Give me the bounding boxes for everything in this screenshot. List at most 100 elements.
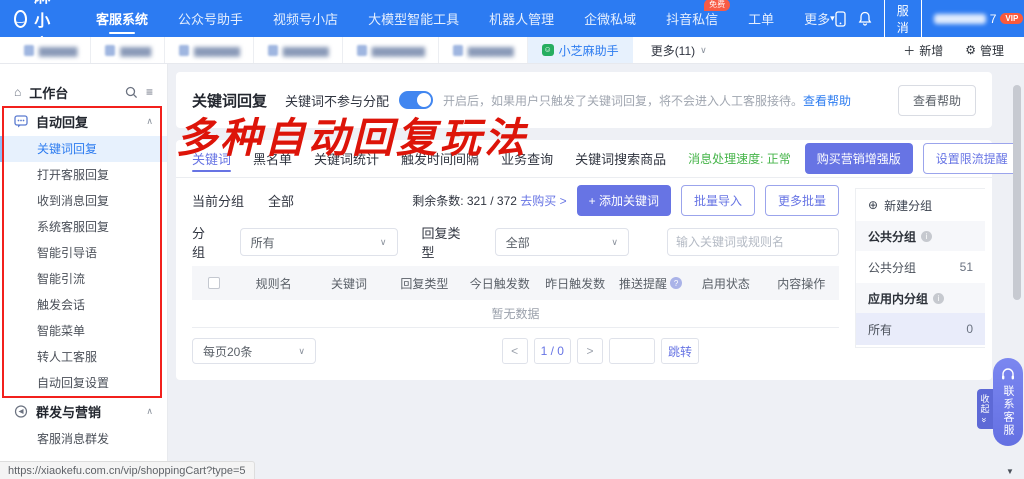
sidebar-item-智能菜单[interactable]: 智能菜单 xyxy=(0,318,167,344)
account-tab-label-redacted: ▆▆▆▆ xyxy=(120,44,150,57)
sidebar-group-header-1[interactable]: 群发与营销∧ xyxy=(0,396,167,426)
top-menu: 客服系统公众号助手视频号小店大模型智能工具机器人管理企微私域抖音私信免费工单更多… xyxy=(96,0,835,37)
account-tab-4[interactable]: ▆▆▆▆▆▆▆ xyxy=(343,37,439,63)
filter-list-icon[interactable]: ≡ xyxy=(146,85,153,99)
reply-type-select[interactable]: 全部∨ xyxy=(495,228,629,256)
vertical-scrollbar[interactable] xyxy=(1013,85,1021,300)
sidebar-item-客服消息群发[interactable]: 客服消息群发 xyxy=(0,426,167,452)
nav-item-7[interactable]: 工单 xyxy=(748,0,774,37)
account-tab-label: 小芝麻助手 xyxy=(559,42,619,59)
buy-marketing-button[interactable]: 购买营销增强版 xyxy=(805,143,913,174)
sidebar-item-关键词回复[interactable]: 关键词回复 xyxy=(0,136,167,162)
sidebar-group-header-0[interactable]: 自动回复∧ xyxy=(0,106,167,136)
current-group-label: 当前分组 xyxy=(192,191,244,210)
group-item-count: 51 xyxy=(960,260,973,274)
batch-import-button[interactable]: 批量导入 xyxy=(681,185,755,216)
main-content: 关键词回复 关键词不参与分配 开启后，如果用户只触发了关键词回复，将不会进入人工… xyxy=(168,64,1024,479)
nav-item-5[interactable]: 企微私域 xyxy=(584,0,636,37)
table-empty-state: 暂无数据 xyxy=(192,300,839,328)
account-info[interactable]: 7 VIP 3 ▾ xyxy=(934,12,1024,26)
sidebar-item-自动回复设置[interactable]: 自动回复设置 xyxy=(0,370,167,396)
limit-reminder-button[interactable]: 设置限流提醒 xyxy=(923,143,1021,174)
tab-业务查询[interactable]: 业务查询 xyxy=(501,140,553,178)
table-header-推送提醒: 推送提醒? xyxy=(613,275,688,292)
nav-item-0[interactable]: 客服系统 xyxy=(96,0,148,37)
account-tab-3[interactable]: ▆▆▆▆▆▆ xyxy=(254,37,343,63)
page-jump-button[interactable]: 跳转 xyxy=(661,338,699,364)
sidebar-item-转人工客服[interactable]: 转人工客服 xyxy=(0,344,167,370)
next-page-button[interactable]: > xyxy=(577,338,603,364)
group-item-name: 公共分组 xyxy=(868,259,916,276)
group-filter-select[interactable]: 所有∨ xyxy=(240,228,398,256)
table-header-启用状态: 启用状态 xyxy=(688,275,763,292)
page-jump-input[interactable] xyxy=(609,338,655,364)
filter-row: 分组 所有∨ 回复类型 全部∨ xyxy=(176,222,855,262)
account-tab-5[interactable]: ▆▆▆▆▆▆ xyxy=(439,37,528,63)
account-tab-2[interactable]: ▆▆▆▆▆▆ xyxy=(165,37,254,63)
chevron-down-icon: ∨ xyxy=(380,237,387,248)
nav-item-4[interactable]: 机器人管理 xyxy=(489,0,554,37)
more-batch-button[interactable]: 更多批量 xyxy=(765,185,839,216)
manage-accounts-button[interactable]: ⚙ 管理 xyxy=(965,42,1004,59)
mobile-icon[interactable] xyxy=(835,11,846,27)
nav-item-1[interactable]: 公众号助手 xyxy=(178,0,243,37)
current-group-value[interactable]: 全部 xyxy=(268,191,294,210)
add-account-button[interactable]: ＋ 新增 xyxy=(903,42,943,59)
tab-关键词搜索商品[interactable]: 关键词搜索商品 xyxy=(575,140,666,178)
keyword-search-input[interactable] xyxy=(676,235,831,249)
tab-关键词统计[interactable]: 关键词统计 xyxy=(314,140,379,178)
group-item-公共分组[interactable]: 公共分组 51 xyxy=(856,251,985,283)
tab-关键词[interactable]: 关键词 xyxy=(192,140,231,178)
prev-page-button[interactable]: < xyxy=(502,338,528,364)
select-all-checkbox[interactable] xyxy=(208,277,220,289)
account-tab-label-redacted: ▆▆▆▆▆▆ xyxy=(283,44,328,57)
sidebar-item-智能引流[interactable]: 智能引流 xyxy=(0,266,167,292)
group-item-所有[interactable]: 所有 0 xyxy=(856,313,985,345)
page-size-select[interactable]: 每页20条∨ xyxy=(192,338,316,364)
help-link[interactable]: 查看帮助 xyxy=(803,94,851,108)
sidebar-item-workbench[interactable]: ⌂ 工作台 ≡ xyxy=(0,78,167,106)
sidebar-item-触发会话[interactable]: 触发会话 xyxy=(0,292,167,318)
group-section-header-公共分组: 公共分组i xyxy=(856,221,985,251)
remaining-count: 剩余条数: 321 / 372 去购买 > xyxy=(412,192,566,209)
tab-触发时间间隔[interactable]: 触发时间间隔 xyxy=(401,140,479,178)
toggle-label: 关键词不参与分配 xyxy=(285,91,389,110)
sidebar-item-智能引导语[interactable]: 智能引导语 xyxy=(0,240,167,266)
contact-support-button[interactable]: 联系客服 xyxy=(993,358,1023,446)
chevron-down-icon: ∨ xyxy=(298,346,305,357)
account-tab-active[interactable]: ☺ 小芝麻助手 xyxy=(528,37,633,63)
sidebar-item-打开客服回复[interactable]: 打开客服回复 xyxy=(0,162,167,188)
nav-item-6[interactable]: 抖音私信免费 xyxy=(666,0,718,37)
more-accounts-dropdown[interactable]: 更多(11)∨ xyxy=(633,37,725,63)
account-tabbar: ▆▆▆▆▆▆▆▆▆▆▆▆▆▆▆▆▆▆▆▆▆▆▆▆▆▆▆▆▆▆▆▆▆▆ ☺ 小芝麻… xyxy=(0,37,1024,64)
message-speed-status: 消息处理速度: 正常 xyxy=(688,150,791,167)
nav-item-8[interactable]: 更多 ▾ xyxy=(804,0,835,37)
keyword-distribution-toggle[interactable] xyxy=(399,91,433,109)
current-page-indicator: 1 / 0 xyxy=(534,338,571,364)
sidebar-item-收到消息回复[interactable]: 收到消息回复 xyxy=(0,188,167,214)
group-filter-label: 分组 xyxy=(192,223,218,261)
assistant-icon: ☺ xyxy=(542,44,554,56)
new-group-button[interactable]: ⊕ 新建分组 xyxy=(856,189,985,221)
view-help-button[interactable]: 查看帮助 xyxy=(898,85,976,116)
account-doc-icon xyxy=(179,45,189,56)
sidebar-item-系统客服回复[interactable]: 系统客服回复 xyxy=(0,214,167,240)
toolbar-row: 当前分组 全部 剩余条数: 321 / 372 去购买 > + 添加关键词 批量… xyxy=(176,178,855,222)
go-buy-link[interactable]: 去购买 > xyxy=(520,194,566,208)
tabbar-actions: ＋ 新增 ⚙ 管理 xyxy=(903,37,1024,63)
account-tab-1[interactable]: ▆▆▆▆ xyxy=(91,37,165,63)
group-item-count: 0 xyxy=(966,322,973,336)
nav-item-2[interactable]: 视频号小店 xyxy=(273,0,338,37)
search-icon[interactable] xyxy=(125,86,138,99)
table-header-今日触发数: 今日触发数 xyxy=(462,275,537,292)
chevron-up-icon: ∧ xyxy=(146,406,153,417)
nav-item-3[interactable]: 大模型智能工具 xyxy=(368,0,459,37)
collapse-contact-tab[interactable]: 收起 » xyxy=(977,389,993,429)
group-item-name: 所有 xyxy=(868,321,892,338)
bell-icon[interactable] xyxy=(858,11,872,26)
add-keyword-button[interactable]: + 添加关键词 xyxy=(577,185,671,216)
tab-黑名单[interactable]: 黑名单 xyxy=(253,140,292,178)
question-icon[interactable]: ? xyxy=(670,277,682,289)
account-suffix: 7 xyxy=(990,12,997,26)
account-tab-0[interactable]: ▆▆▆▆▆ xyxy=(10,37,91,63)
